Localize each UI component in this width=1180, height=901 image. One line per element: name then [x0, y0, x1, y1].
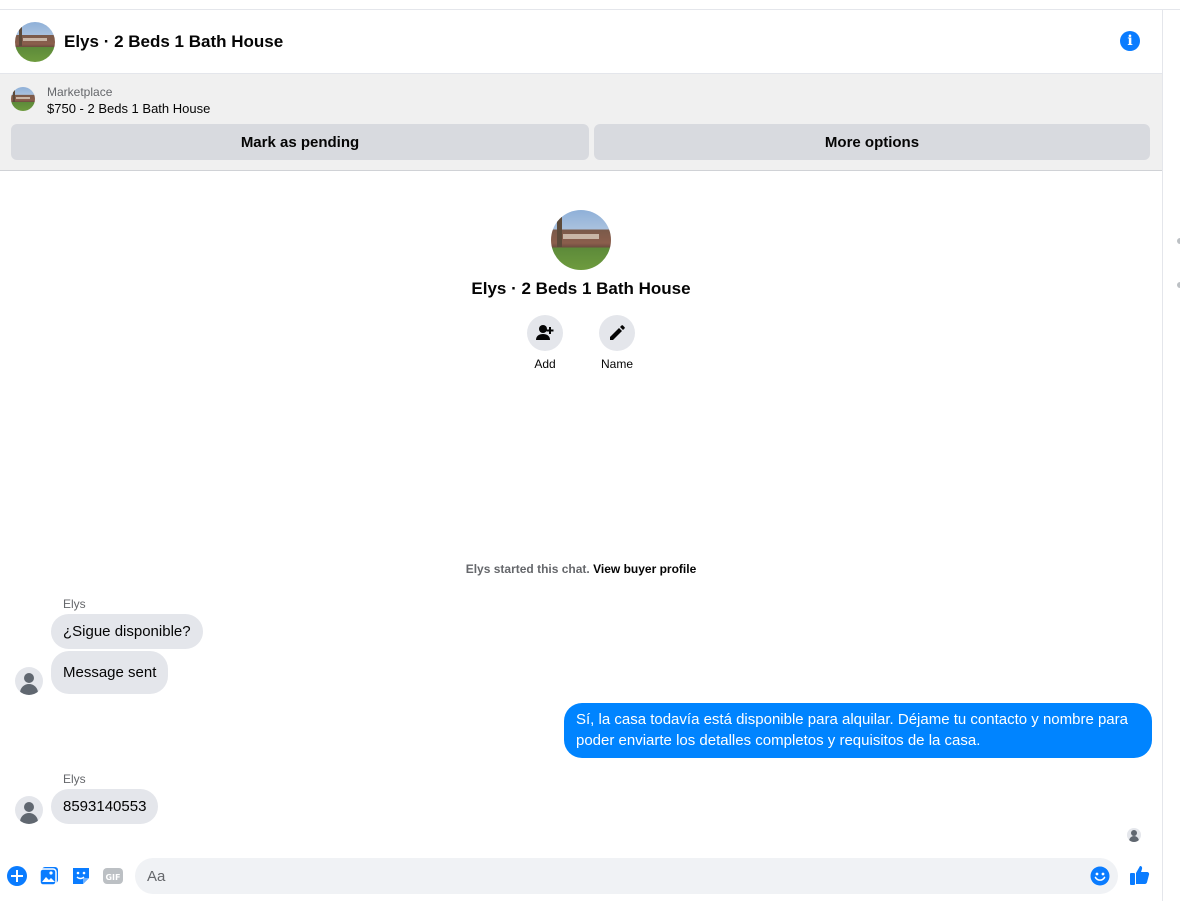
marketplace-panel: Marketplace $750 - 2 Beds 1 Bath House M… — [0, 73, 1162, 171]
add-label: Add — [534, 357, 556, 371]
started-text: Elys started this chat. — [465, 562, 590, 576]
pencil-icon[interactable] — [599, 315, 635, 351]
name-action[interactable]: Name — [599, 315, 635, 371]
chat-header: Elys · 2 Beds 1 Bath House i — [0, 10, 1162, 73]
conversation-avatar[interactable] — [15, 21, 55, 62]
photo-icon[interactable] — [38, 865, 60, 887]
message-input-wrapper[interactable] — [135, 858, 1118, 894]
sender-name: Elys — [63, 597, 86, 611]
sender-avatar[interactable] — [15, 796, 43, 824]
view-buyer-profile-link[interactable]: View buyer profile — [593, 562, 696, 576]
listing-thumbnail — [11, 87, 35, 111]
incoming-message[interactable]: Message sent — [51, 651, 169, 694]
mark-as-pending-button[interactable]: Mark as pending — [11, 124, 589, 160]
more-options-button[interactable]: More options — [594, 124, 1150, 160]
intro-avatar — [551, 210, 611, 270]
sender-name: Elys — [63, 772, 86, 786]
outgoing-message[interactable]: Sí, la casa todavía está disponible para… — [564, 703, 1152, 758]
messenger-page: Elys · 2 Beds 1 Bath House i Marketplace… — [0, 0, 1180, 901]
message-composer: GIF — [0, 856, 1162, 896]
top-divider — [0, 0, 1180, 10]
intro-actions: Add Name — [0, 315, 1162, 371]
thumbs-up-icon[interactable] — [1129, 864, 1151, 886]
conversation-title[interactable]: Elys · 2 Beds 1 Bath House — [64, 32, 283, 52]
intro-title: Elys · 2 Beds 1 Bath House — [471, 279, 691, 298]
incoming-message[interactable]: ¿Sigue disponible? — [51, 614, 203, 649]
chat-started-note: Elys started this chat. View buyer profi… — [0, 562, 1162, 576]
incoming-message[interactable]: 8593140553 — [51, 789, 159, 824]
right-scrollbar-area[interactable] — [1162, 10, 1180, 901]
sticker-icon[interactable] — [70, 865, 92, 887]
gif-text: GIF — [105, 873, 120, 882]
sender-avatar[interactable] — [15, 667, 43, 695]
message-input[interactable] — [147, 858, 1087, 894]
add-person-icon[interactable] — [527, 315, 563, 351]
add-action[interactable]: Add — [527, 315, 563, 371]
listing-text: Marketplace $750 - 2 Beds 1 Bath House — [47, 85, 210, 119]
seen-indicator-avatar — [1127, 828, 1141, 842]
listing-summary[interactable]: Marketplace $750 - 2 Beds 1 Bath House — [11, 85, 210, 119]
marketplace-label: Marketplace — [47, 85, 113, 99]
plus-icon[interactable] — [6, 865, 28, 887]
name-label: Name — [600, 357, 633, 371]
conversation-intro: Elys · 2 Beds 1 Bath House Add Name — [0, 210, 1162, 371]
gif-icon[interactable]: GIF — [102, 865, 124, 887]
listing-title[interactable]: $750 - 2 Beds 1 Bath House — [47, 99, 210, 119]
emoji-icon[interactable] — [1090, 866, 1110, 886]
info-icon[interactable]: i — [1120, 31, 1140, 51]
